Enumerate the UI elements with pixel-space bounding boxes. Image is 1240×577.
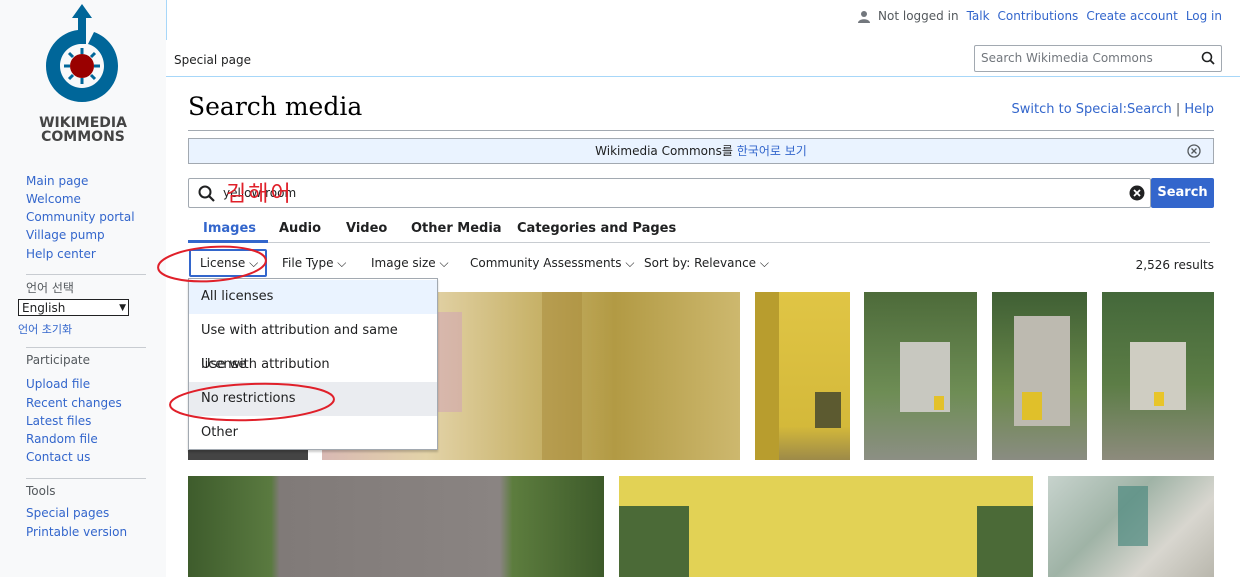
results-count: 2,526 results xyxy=(1135,258,1214,272)
result-thumbnail[interactable] xyxy=(1102,292,1214,460)
filter-sort-by-label: Sort by: Relevance xyxy=(644,256,757,270)
login-status: Not logged in xyxy=(878,9,959,23)
result-thumbnail[interactable] xyxy=(755,292,850,460)
create-account-link[interactable]: Create account xyxy=(1086,9,1178,23)
tab-audio[interactable]: Audio xyxy=(279,221,321,236)
filter-image-size[interactable]: Image size ⌵ xyxy=(371,256,449,271)
license-option-no-restrictions[interactable]: No restrictions xyxy=(189,382,437,416)
talk-link[interactable]: Talk xyxy=(967,9,990,23)
sidebar-divider xyxy=(26,478,146,479)
indicator-links: Switch to Special:Search | Help xyxy=(1012,102,1215,117)
chevron-down-icon: ▼ xyxy=(119,303,126,313)
personal-tools: Not logged in Talk Contributions Create … xyxy=(858,9,1222,23)
language-select-value: English xyxy=(22,301,66,315)
wikimedia-commons-wordmark: WIKIMEDIA COMMONS xyxy=(30,116,136,144)
search-button[interactable]: Search xyxy=(1151,178,1214,208)
filter-community-assessments[interactable]: Community Assessments ⌵ xyxy=(470,256,634,271)
media-search-input[interactable]: yellow room xyxy=(188,178,1151,208)
tab-categories-and-pages[interactable]: Categories and Pages xyxy=(517,221,676,236)
wikimedia-commons-logo[interactable] xyxy=(38,4,128,114)
page-title: Search media xyxy=(188,92,363,121)
header-search-input[interactable]: Search Wikimedia Commons xyxy=(974,45,1222,72)
license-dropdown-menu: All licenses Use with attribution and sa… xyxy=(188,278,438,450)
sidebar-item-contact-us[interactable]: Contact us xyxy=(26,450,90,464)
sidebar-divider xyxy=(26,347,146,348)
sidebar-item-main-page[interactable]: Main page xyxy=(26,174,88,188)
result-thumbnail[interactable] xyxy=(992,292,1087,460)
active-tab-indicator xyxy=(188,240,268,243)
chevron-down-icon: ⌵ xyxy=(759,256,769,270)
contributions-link[interactable]: Contributions xyxy=(998,9,1079,23)
sidebar-item-village-pump[interactable]: Village pump xyxy=(26,228,105,242)
clear-icon[interactable] xyxy=(1129,185,1145,201)
chevron-down-icon: ⌵ xyxy=(249,256,259,270)
tab-video[interactable]: Video xyxy=(346,221,387,236)
sidebar-item-latest-files[interactable]: Latest files xyxy=(26,414,91,428)
tab-other-media[interactable]: Other Media xyxy=(411,221,502,236)
chevron-down-icon: ⌵ xyxy=(625,256,635,270)
tabs-divider xyxy=(188,242,1210,243)
license-option-all[interactable]: All licenses xyxy=(189,280,437,314)
license-option-attribution[interactable]: Use with attribution xyxy=(189,348,437,382)
help-link[interactable]: Help xyxy=(1184,102,1214,117)
result-thumbnail[interactable] xyxy=(619,476,1033,577)
sidebar-item-random-file[interactable]: Random file xyxy=(26,432,98,446)
sidebar-divider xyxy=(26,274,146,275)
close-icon[interactable] xyxy=(1187,144,1201,158)
tab-images[interactable]: Images xyxy=(203,221,256,236)
filter-community-assessments-label: Community Assessments xyxy=(470,256,622,270)
chevron-down-icon: ⌵ xyxy=(337,256,347,270)
sidebar-item-recent-changes[interactable]: Recent changes xyxy=(26,396,122,410)
license-option-other[interactable]: Other xyxy=(189,416,437,450)
sidebar-item-welcome[interactable]: Welcome xyxy=(26,192,81,206)
sidebar: WIKIMEDIA COMMONS Main page Welcome Comm… xyxy=(0,0,167,577)
tab-special-page[interactable]: Special page xyxy=(166,40,260,78)
filter-sort-by[interactable]: Sort by: Relevance ⌵ xyxy=(644,256,769,271)
sidebar-item-upload-file[interactable]: Upload file xyxy=(26,377,90,391)
search-query: yellow room xyxy=(223,186,297,200)
notice-language-link[interactable]: 한국어로 보기 xyxy=(737,144,807,158)
filter-image-size-label: Image size xyxy=(371,256,436,270)
sidebar-item-help-center[interactable]: Help center xyxy=(26,247,96,261)
sidebar-item-community-portal[interactable]: Community portal xyxy=(26,210,135,224)
license-option-attribution-same-license[interactable]: Use with attribution and same license xyxy=(189,314,437,372)
language-select-heading: 언어 선택 xyxy=(26,281,74,295)
header-search-placeholder: Search Wikimedia Commons xyxy=(981,51,1153,65)
wordmark-line1: WIKIMEDIA xyxy=(39,115,127,131)
wordmark-line2: COMMONS xyxy=(41,129,125,145)
language-select[interactable]: English ▼ xyxy=(18,299,129,316)
user-icon xyxy=(858,10,871,23)
title-underline xyxy=(188,130,1214,131)
result-thumbnail[interactable] xyxy=(864,292,977,460)
sidebar-item-printable-version[interactable]: Printable version xyxy=(26,525,127,539)
login-link[interactable]: Log in xyxy=(1186,9,1222,23)
filter-file-type-label: File Type xyxy=(282,256,334,270)
link-separator: | xyxy=(1175,102,1181,117)
switch-to-special-search-link[interactable]: Switch to Special:Search xyxy=(1012,102,1172,117)
result-thumbnail[interactable] xyxy=(1048,476,1214,577)
filter-file-type[interactable]: File Type ⌵ xyxy=(282,256,346,271)
chevron-down-icon: ⌵ xyxy=(439,256,449,270)
sidebar-item-special-pages[interactable]: Special pages xyxy=(26,506,109,520)
search-icon[interactable] xyxy=(1201,51,1215,65)
tools-heading: Tools xyxy=(26,484,56,498)
filter-license[interactable]: License ⌵ xyxy=(200,256,258,271)
filter-license-label: License xyxy=(200,256,246,270)
participate-heading: Participate xyxy=(26,353,91,367)
language-notice-banner: Wikimedia Commons를 한국어로 보기 xyxy=(188,138,1214,164)
language-reset-link[interactable]: 언어 초기화 xyxy=(18,321,72,337)
result-thumbnail[interactable] xyxy=(188,476,604,577)
notice-text: Wikimedia Commons를 xyxy=(595,144,737,158)
search-icon xyxy=(198,185,215,202)
